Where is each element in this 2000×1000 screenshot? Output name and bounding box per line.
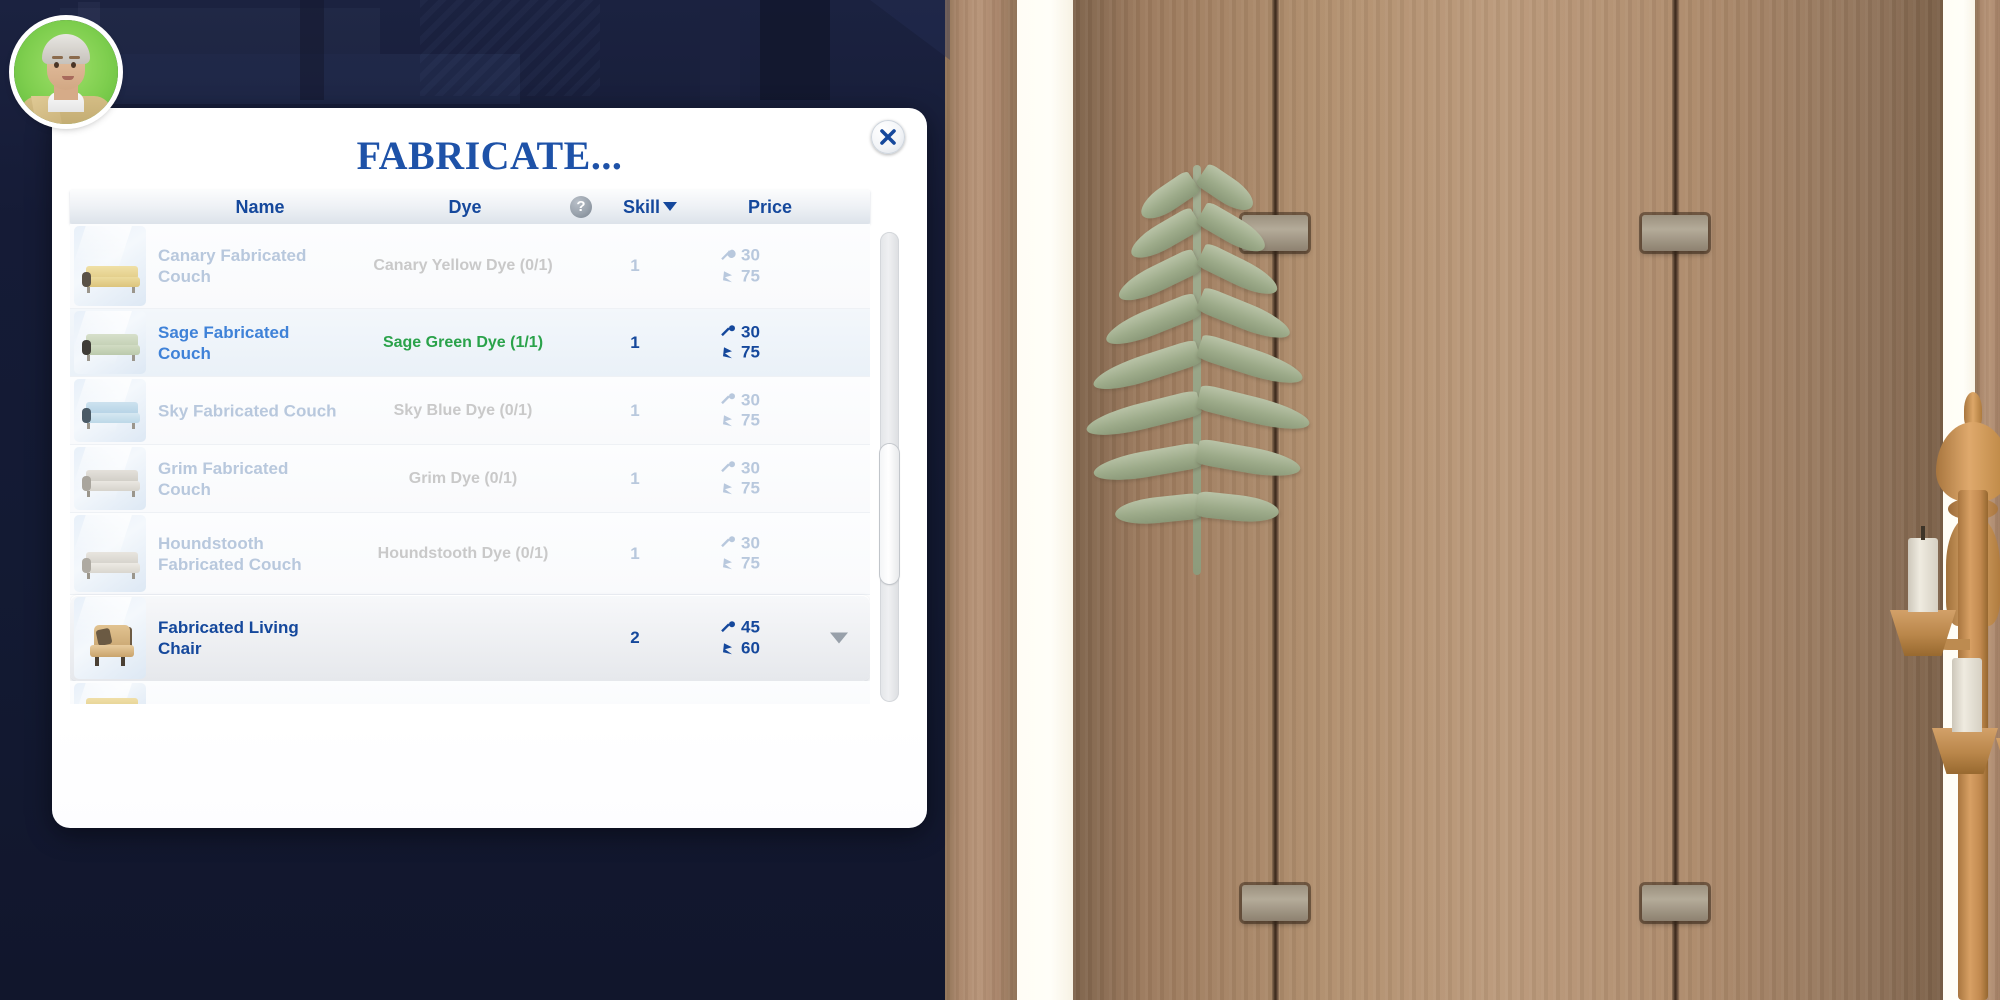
simoleon-icon xyxy=(723,270,732,282)
avatar[interactable] xyxy=(14,20,118,124)
item-name: Fabricated Living Chair xyxy=(158,617,299,658)
fabricate-item-list[interactable]: Canary Fabricated Couch Canary Yellow Dy… xyxy=(70,224,870,704)
fabricate-dialog: FABRICATE... Name Dye ? Skill Price Cana… xyxy=(52,108,927,828)
item-price-parts: 30 xyxy=(741,245,760,265)
dialog-title: FABRICATE... xyxy=(356,133,623,178)
gold-candelabra xyxy=(1890,380,2000,1000)
simoleon-icon xyxy=(723,483,732,495)
item-price-money: 75 xyxy=(741,478,760,498)
list-scrollbar[interactable] xyxy=(880,232,899,702)
couch-sage-icon xyxy=(74,311,146,374)
table-row-selected[interactable]: Fabricated Living Chair 2 45 60 xyxy=(70,595,870,681)
item-name: Houndstooth Fabricated Couch xyxy=(158,533,302,574)
fabrication-parts-icon xyxy=(721,249,736,260)
couch-sky-icon xyxy=(74,379,146,442)
fern-wall-art xyxy=(1075,155,1335,575)
fabrication-parts-icon xyxy=(721,621,735,632)
door-hinge-top-right xyxy=(1642,215,1708,251)
item-price: 30 75 xyxy=(698,390,818,431)
item-price: 30 75 xyxy=(698,322,818,363)
item-thumbnail-partial xyxy=(74,683,146,704)
column-header-skill[interactable]: Skill xyxy=(600,190,700,224)
door-hinge-bottom-left xyxy=(1242,885,1308,921)
item-price-parts: 30 xyxy=(741,321,760,341)
column-header-skill-label: Skill xyxy=(622,197,661,217)
column-header-dye[interactable]: Dye xyxy=(400,190,530,224)
cabinet-door-left xyxy=(945,0,1017,1000)
chair-fabricated-icon xyxy=(74,597,146,679)
item-price: 30 75 xyxy=(698,458,818,499)
item-skill: 1 xyxy=(630,256,640,275)
fabrication-parts-icon xyxy=(721,536,735,548)
item-price-parts: 45 xyxy=(741,617,760,637)
expand-caret-icon[interactable] xyxy=(830,632,848,644)
candle-wick-upper-left xyxy=(1921,526,1925,540)
item-skill: 1 xyxy=(630,400,640,420)
close-x-glyph xyxy=(880,129,896,145)
item-dye: Sky Blue Dye (0/1) xyxy=(393,401,533,419)
help-icon[interactable]: ? xyxy=(570,196,592,218)
simoleon-icon xyxy=(723,558,732,570)
item-dye: Canary Yellow Dye (0/1) xyxy=(373,257,553,274)
item-price-money: 75 xyxy=(741,342,760,362)
item-skill: 1 xyxy=(630,332,640,352)
item-name: Grim Fabricated Couch xyxy=(158,458,289,499)
door-gap-left xyxy=(1017,0,1073,1000)
couch-grim-icon xyxy=(74,447,146,510)
table-row[interactable]: Sage Fabricated Couch Sage Green Dye (1/… xyxy=(70,309,870,377)
item-name: Sky Fabricated Couch xyxy=(158,400,337,420)
item-name: Sage Fabricated Couch xyxy=(158,322,290,363)
item-price: 45 60 xyxy=(698,617,818,658)
item-skill: 1 xyxy=(630,543,640,563)
item-price-money: 60 xyxy=(741,638,760,657)
item-price: 30 75 xyxy=(698,533,818,574)
item-skill: 1 xyxy=(630,468,640,488)
column-header-price[interactable]: Price xyxy=(710,190,830,224)
simoleon-icon xyxy=(723,347,732,359)
item-price: 30 75 xyxy=(698,245,818,286)
column-header-name[interactable]: Name xyxy=(170,190,350,224)
table-row[interactable]: Canary Fabricated Couch Canary Yellow Dy… xyxy=(70,224,870,309)
item-price-parts: 30 xyxy=(741,457,760,477)
candle-upper-left xyxy=(1908,538,1938,612)
fabrication-parts-icon xyxy=(721,393,735,405)
couch-houndstooth-icon xyxy=(74,515,146,592)
game-screenshot: FABRICATE... Name Dye ? Skill Price Cana… xyxy=(0,0,2000,1000)
item-price-parts: 30 xyxy=(741,389,760,409)
table-row[interactable]: Houndstooth Fabricated Couch Houndstooth… xyxy=(70,513,870,595)
item-dye: Grim Dye (0/1) xyxy=(408,469,518,487)
table-row-partial[interactable] xyxy=(70,681,870,704)
simoleon-icon xyxy=(723,642,732,654)
candle-cup-lower-right xyxy=(1996,738,2000,784)
table-row[interactable]: Grim Fabricated Couch Grim Dye (0/1) 1 3… xyxy=(70,445,870,513)
fabrication-parts-icon xyxy=(721,325,735,337)
sort-descending-caret-icon xyxy=(663,202,678,211)
candle-cup-lower-left xyxy=(1932,728,1998,774)
item-dye: Houndstooth Dye (0/1) xyxy=(377,544,549,562)
door-seam-2 xyxy=(1672,0,1679,1000)
couch-canary-icon xyxy=(74,226,146,306)
close-icon[interactable] xyxy=(871,120,905,154)
simoleon-icon xyxy=(723,415,732,427)
item-dye: Sage Green Dye (1/1) xyxy=(382,333,544,351)
item-price-money: 75 xyxy=(741,553,760,573)
item-skill: 2 xyxy=(630,628,640,647)
item-name: Canary Fabricated Couch xyxy=(158,245,307,286)
table-header-row: Name Dye ? Skill Price xyxy=(70,190,870,224)
fabrication-parts-icon xyxy=(721,461,735,473)
item-price-parts: 30 xyxy=(741,532,760,552)
item-price-money: 75 xyxy=(741,410,760,430)
item-price-money: 75 xyxy=(741,266,760,285)
table-row[interactable]: Sky Fabricated Couch Sky Blue Dye (0/1) … xyxy=(70,377,870,445)
scrollbar-thumb[interactable] xyxy=(880,444,899,584)
door-hinge-bottom-right xyxy=(1642,885,1708,921)
candle-lower-left xyxy=(1952,658,1982,732)
